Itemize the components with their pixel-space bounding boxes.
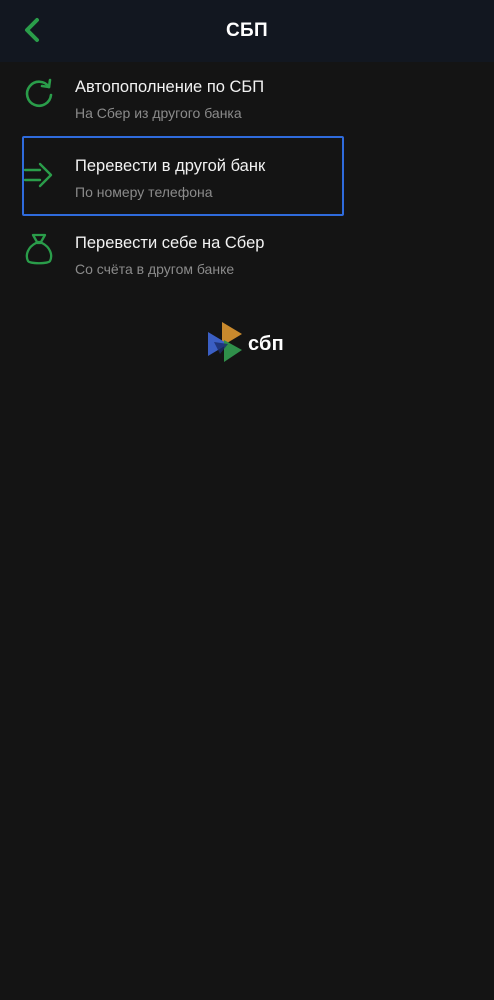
menu-item-subtitle: На Сбер из другого банка [75,105,242,121]
sbp-logo-text: сбп [248,332,284,355]
page-title: СБП [226,20,268,41]
menu-item-title: Автопополнение по СБП [75,78,265,96]
refresh-icon [22,76,56,110]
menu-item-title: Перевести в другой банк [75,157,266,175]
transfer-arrow-icon [22,158,56,192]
menu-item-transfer-self[interactable]: Перевести себе на Сбер Со счёта в другом… [22,228,344,308]
menu-item-subtitle: По номеру телефона [75,184,213,200]
sbp-logo: сбп [206,320,290,369]
menu-item-title: Перевести себе на Сбер [75,234,265,252]
money-bag-icon [22,232,56,266]
sbp-logo-icon [206,320,244,369]
menu-item-transfer-other-bank[interactable]: Перевести в другой банк По номеру телефо… [22,136,344,216]
app-header: СБП [0,0,494,62]
menu-item-subtitle: Со счёта в другом банке [75,261,235,277]
